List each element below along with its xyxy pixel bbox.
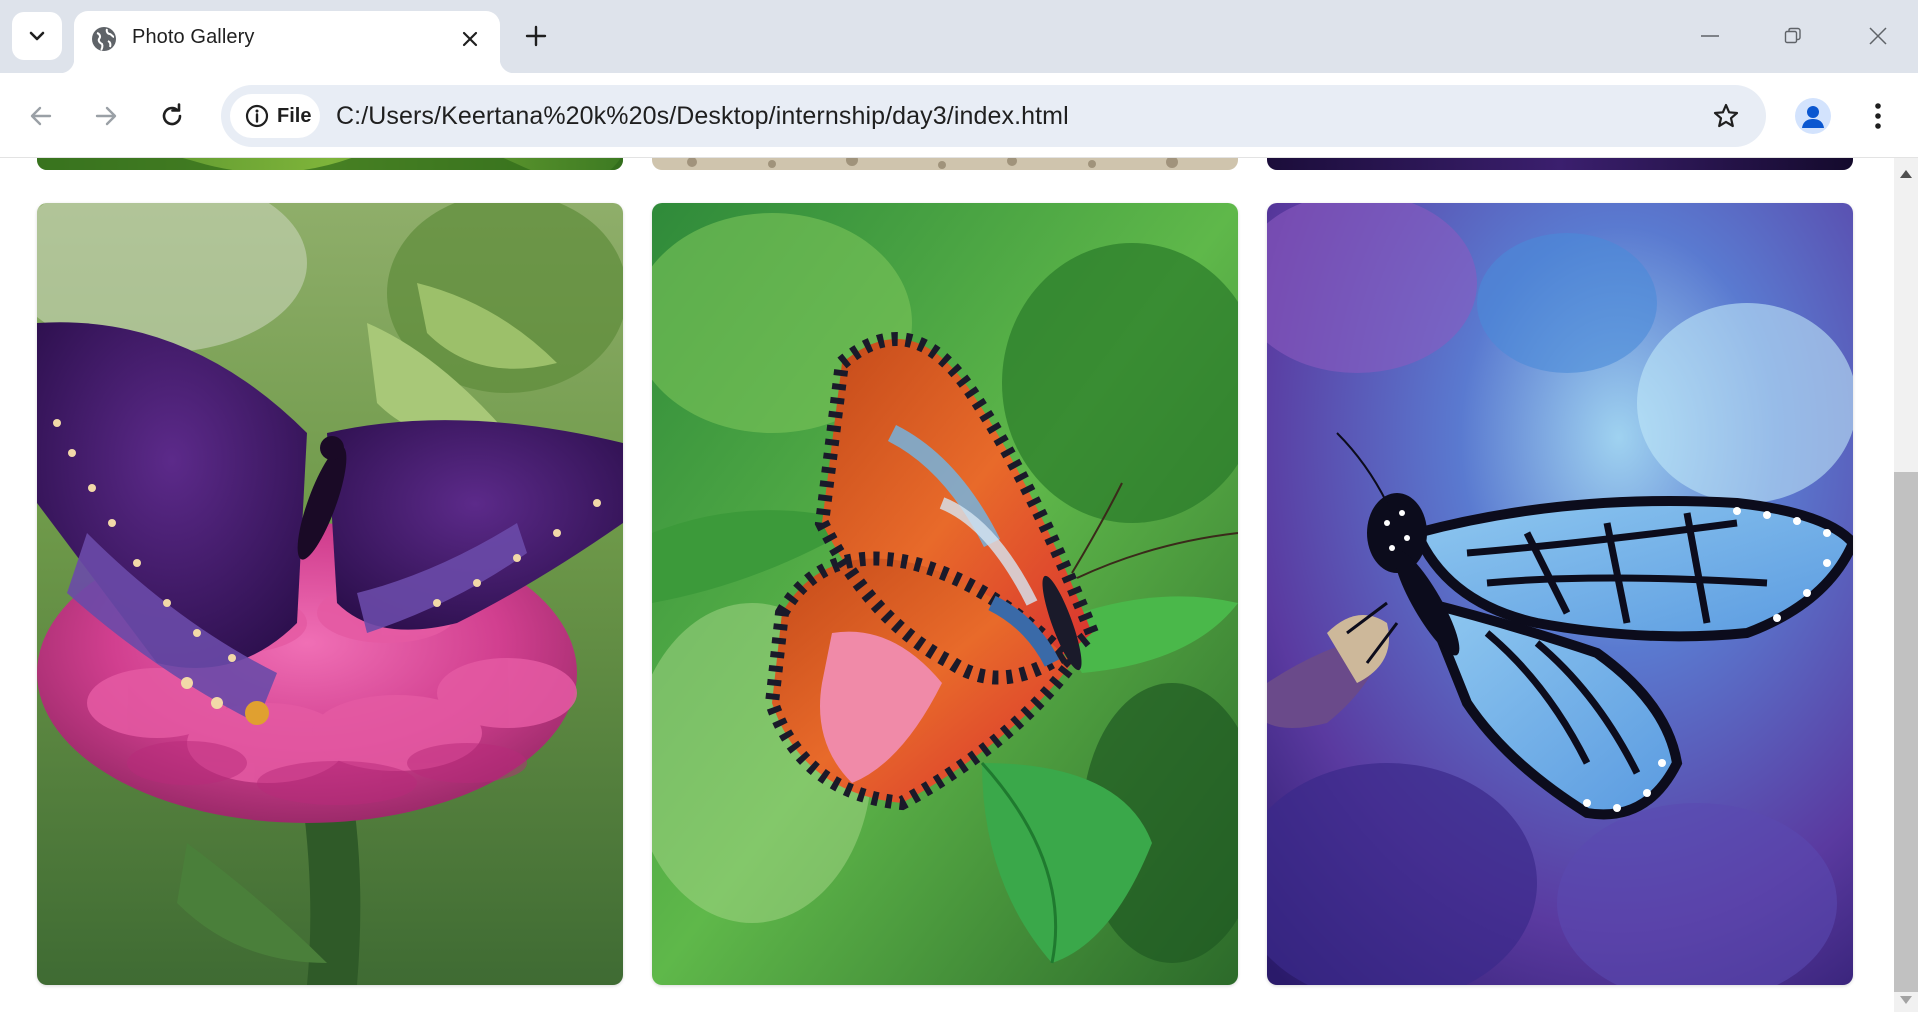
star-icon (1713, 103, 1739, 128)
kebab-menu-icon (1875, 103, 1881, 129)
tab-strip: Photo Gallery (0, 0, 1918, 73)
reload-icon (162, 103, 182, 126)
close-icon (462, 31, 478, 47)
scrollbar-thumb[interactable] (1894, 472, 1918, 992)
avatar (1795, 98, 1831, 134)
back-button[interactable] (18, 93, 64, 139)
vertical-scrollbar[interactable] (1894, 158, 1918, 1012)
scroll-down-arrow[interactable] (1894, 992, 1918, 1008)
site-info-chip[interactable]: File (230, 94, 320, 138)
person-icon (1802, 106, 1824, 128)
green-foliage-photo (37, 158, 623, 170)
minimize-icon (1701, 35, 1719, 37)
restore-icon (1784, 27, 1801, 44)
minimize-button[interactable] (1688, 14, 1732, 58)
info-icon (245, 104, 269, 128)
close-icon (1869, 27, 1887, 45)
profile-button[interactable] (1789, 92, 1837, 140)
browser-menu-button[interactable] (1858, 92, 1898, 140)
dark-purple-photo (1267, 158, 1853, 170)
arrow-right-icon (95, 106, 117, 126)
active-tab[interactable]: Photo Gallery (60, 11, 514, 73)
tab-close-button[interactable] (456, 25, 484, 53)
gallery-image-blue-butterfly[interactable] (1267, 203, 1853, 985)
forward-button[interactable] (83, 93, 129, 139)
gravel-photo (652, 158, 1238, 170)
browser-toolbar: File C:/Users/Keertana%20k%20s/Desktop/i… (0, 73, 1918, 158)
scroll-up-arrow[interactable] (1894, 166, 1918, 182)
arrow-left-icon (30, 106, 52, 126)
reload-button[interactable] (149, 93, 195, 139)
gallery-image-purple-butterfly[interactable] (37, 203, 623, 985)
restore-button[interactable] (1771, 14, 1815, 58)
close-window-button[interactable] (1856, 14, 1900, 58)
triangle-down-icon (1900, 996, 1912, 1004)
page-viewport (0, 158, 1894, 1012)
triangle-up-icon (1900, 170, 1912, 178)
bookmark-button[interactable] (1704, 94, 1748, 138)
tab-search-button[interactable] (12, 12, 62, 60)
address-bar[interactable]: File C:/Users/Keertana%20k%20s/Desktop/i… (221, 85, 1766, 147)
tab-title: Photo Gallery (132, 26, 255, 48)
gallery-image-orange-butterfly[interactable] (652, 203, 1238, 985)
url-text[interactable]: C:/Users/Keertana%20k%20s/Desktop/intern… (336, 102, 1069, 131)
new-tab-button[interactable] (516, 16, 556, 56)
globe-icon (92, 27, 116, 51)
site-chip-label: File (277, 104, 312, 127)
chevron-down-icon (29, 31, 45, 41)
plus-icon (525, 25, 547, 47)
